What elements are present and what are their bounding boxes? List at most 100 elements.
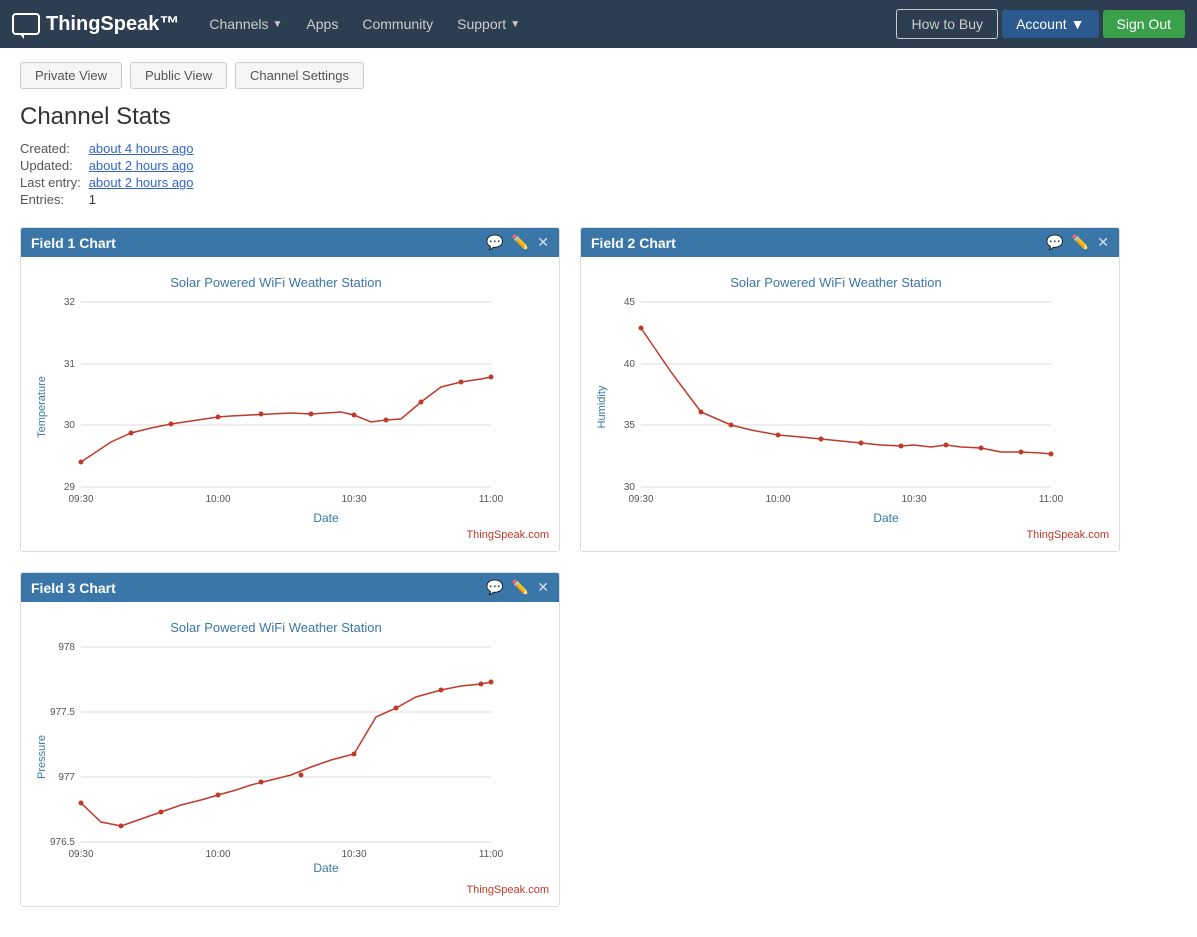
field3-point xyxy=(394,706,399,711)
field3-chart-body: Solar Powered WiFi Weather Station Press… xyxy=(21,602,559,906)
entries-label: Entries: xyxy=(20,192,81,207)
field3-point xyxy=(479,682,484,687)
nav-support[interactable]: Support ▼ xyxy=(447,10,530,38)
updated-label: Updated: xyxy=(20,158,81,173)
nav-right: How to Buy Account ▼ Sign Out xyxy=(896,9,1185,39)
svg-text:10:00: 10:00 xyxy=(765,494,790,505)
svg-text:977: 977 xyxy=(58,772,75,783)
field3-close-icon[interactable]: ✕ xyxy=(537,579,549,596)
field1-close-icon[interactable]: ✕ xyxy=(537,234,549,251)
nav-apps[interactable]: Apps xyxy=(296,10,348,38)
channel-stats: Channel Stats Created: about 4 hours ago… xyxy=(20,103,1177,207)
field2-svg: Solar Powered WiFi Weather Station Humid… xyxy=(591,267,1081,527)
channel-stats-title: Channel Stats xyxy=(20,103,1177,131)
field1-chart-header: Field 1 Chart 💬 ✏️ ✕ xyxy=(21,228,559,257)
field3-watermark[interactable]: ThingSpeak.com xyxy=(31,884,549,896)
field3-point xyxy=(79,801,84,806)
updated-value[interactable]: about 2 hours ago xyxy=(89,158,1177,173)
field1-svg-title: Solar Powered WiFi Weather Station xyxy=(170,275,381,290)
field2-y-label: Humidity xyxy=(596,385,608,428)
field1-x-label: Date xyxy=(313,511,339,525)
field2-chart-card: Field 2 Chart 💬 ✏️ ✕ Solar Powered WiFi … xyxy=(580,227,1120,552)
field2-watermark[interactable]: ThingSpeak.com xyxy=(591,529,1109,541)
field3-point xyxy=(352,752,357,757)
field3-point xyxy=(259,780,264,785)
field1-point xyxy=(259,412,264,417)
svg-text:11:00: 11:00 xyxy=(479,494,504,505)
nav-links: Channels ▼ Apps Community Support ▼ xyxy=(199,10,896,38)
charts-row-1: Field 1 Chart 💬 ✏️ ✕ Solar Powered WiFi … xyxy=(20,227,1177,552)
nav-community[interactable]: Community xyxy=(352,10,443,38)
private-view-button[interactable]: Private View xyxy=(20,62,122,89)
svg-text:30: 30 xyxy=(624,482,636,493)
field2-svg-title: Solar Powered WiFi Weather Station xyxy=(730,275,941,290)
charts-row-2: Field 3 Chart 💬 ✏️ ✕ Solar Powered WiFi … xyxy=(20,572,1177,907)
public-view-button[interactable]: Public View xyxy=(130,62,227,89)
svg-text:31: 31 xyxy=(64,359,76,370)
channel-settings-button[interactable]: Channel Settings xyxy=(235,62,364,89)
svg-text:09:30: 09:30 xyxy=(68,494,93,505)
field1-edit-icon[interactable]: ✏️ xyxy=(512,234,529,251)
svg-text:30: 30 xyxy=(64,420,76,431)
created-value[interactable]: about 4 hours ago xyxy=(89,141,1177,156)
field1-y-label: Temperature xyxy=(36,376,48,438)
field3-x-label: Date xyxy=(313,861,339,875)
field3-chart-title: Field 3 Chart xyxy=(31,580,116,596)
svg-text:10:30: 10:30 xyxy=(341,494,366,505)
channels-caret: ▼ xyxy=(273,19,283,30)
field3-chart-icons: 💬 ✏️ ✕ xyxy=(486,579,549,596)
top-bar: Private View Public View Channel Setting… xyxy=(20,58,1177,89)
field1-line xyxy=(81,377,491,462)
field3-point xyxy=(489,680,494,685)
svg-text:978: 978 xyxy=(58,642,75,653)
navbar: ThingSpeak™ Channels ▼ Apps Community Su… xyxy=(0,0,1197,48)
field1-chart-body: Solar Powered WiFi Weather Station Tempe… xyxy=(21,257,559,551)
field2-edit-icon[interactable]: ✏️ xyxy=(1072,234,1089,251)
svg-text:35: 35 xyxy=(624,420,636,431)
field2-x-label: Date xyxy=(873,511,899,525)
brand-icon xyxy=(12,13,40,35)
field1-watermark[interactable]: ThingSpeak.com xyxy=(31,529,549,541)
how-to-buy-button[interactable]: How to Buy xyxy=(896,9,998,39)
svg-text:32: 32 xyxy=(64,297,76,308)
field3-svg: Solar Powered WiFi Weather Station Press… xyxy=(31,612,521,882)
svg-text:10:30: 10:30 xyxy=(901,494,926,505)
field1-point xyxy=(169,422,174,427)
field3-chart-header: Field 3 Chart 💬 ✏️ ✕ xyxy=(21,573,559,602)
field1-chart-card: Field 1 Chart 💬 ✏️ ✕ Solar Powered WiFi … xyxy=(20,227,560,552)
field1-chart-icons: 💬 ✏️ ✕ xyxy=(486,234,549,251)
field3-comment-icon[interactable]: 💬 xyxy=(486,579,503,596)
field1-point xyxy=(384,418,389,423)
svg-text:40: 40 xyxy=(624,359,636,370)
field1-point xyxy=(489,375,494,380)
account-button[interactable]: Account ▼ xyxy=(1002,10,1098,38)
brand-logo[interactable]: ThingSpeak™ xyxy=(12,13,179,36)
field2-point xyxy=(819,437,824,442)
field2-close-icon[interactable]: ✕ xyxy=(1097,234,1109,251)
field2-point xyxy=(776,433,781,438)
field2-point xyxy=(729,423,734,428)
svg-text:11:00: 11:00 xyxy=(1039,494,1064,505)
last-entry-value[interactable]: about 2 hours ago xyxy=(89,175,1177,190)
field1-point xyxy=(129,431,134,436)
svg-text:11:00: 11:00 xyxy=(479,849,504,860)
sign-out-button[interactable]: Sign Out xyxy=(1103,10,1185,38)
field3-y-label: Pressure xyxy=(36,735,48,779)
brand-name: ThingSpeak™ xyxy=(46,13,179,36)
svg-text:09:30: 09:30 xyxy=(68,849,93,860)
svg-text:10:00: 10:00 xyxy=(205,849,230,860)
field2-chart-body: Solar Powered WiFi Weather Station Humid… xyxy=(581,257,1119,551)
field2-point xyxy=(1019,450,1024,455)
main-content: Private View Public View Channel Setting… xyxy=(0,48,1197,937)
field3-edit-icon[interactable]: ✏️ xyxy=(512,579,529,596)
field2-comment-icon[interactable]: 💬 xyxy=(1046,234,1063,251)
svg-text:976.5: 976.5 xyxy=(50,837,75,848)
nav-channels[interactable]: Channels ▼ xyxy=(199,10,292,38)
field2-point xyxy=(639,326,644,331)
created-label: Created: xyxy=(20,141,81,156)
field2-point xyxy=(1049,452,1054,457)
field3-point xyxy=(216,793,221,798)
svg-text:10:30: 10:30 xyxy=(341,849,366,860)
field1-comment-icon[interactable]: 💬 xyxy=(486,234,503,251)
support-caret: ▼ xyxy=(510,19,520,30)
